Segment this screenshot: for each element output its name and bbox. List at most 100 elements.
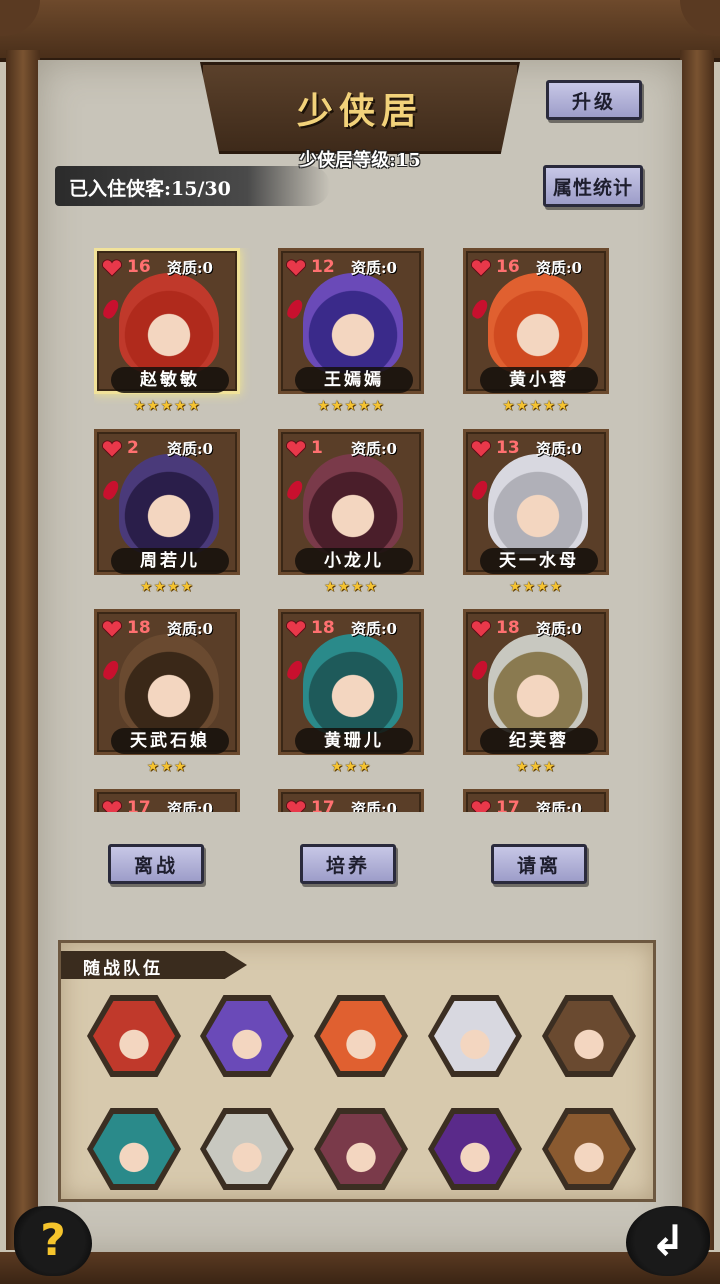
team-member-portrait	[548, 1114, 630, 1184]
hero-card[interactable]: 16 资质:0 赵敏敏	[94, 248, 240, 394]
hero-card[interactable]: 1 资质:0 小龙儿	[278, 429, 424, 575]
roof-tip-left	[0, 0, 40, 36]
team-member-slot[interactable]	[428, 1108, 522, 1190]
team-member-slot[interactable]	[542, 995, 636, 1077]
hero-hp: 12	[311, 257, 335, 277]
hero-aptitude: 资质:0	[351, 620, 397, 638]
team-member-slot[interactable]	[542, 1108, 636, 1190]
team-panel: 随战队伍	[58, 940, 656, 1202]
heart-icon	[102, 440, 122, 458]
hero-card[interactable]: 17 资质:0	[463, 789, 609, 812]
hero-card[interactable]: 2 资质:0 周若儿	[94, 429, 240, 575]
hero-name: 纪芙蓉	[480, 728, 598, 754]
hero-portrait	[303, 273, 403, 373]
hero-card[interactable]: 18 资质:0 纪芙蓉	[463, 609, 609, 755]
team-member-slot[interactable]	[314, 995, 408, 1077]
hero-aptitude: 资质:0	[167, 259, 213, 277]
hero-card[interactable]: 18 资质:0 天武石娘	[94, 609, 240, 755]
roof-tip-right	[680, 0, 720, 36]
hero-stars: ★★★★★	[317, 398, 385, 414]
hero-portrait	[303, 634, 403, 734]
hero-card[interactable]: 17 资质:0	[278, 789, 424, 812]
heart-icon	[286, 620, 306, 638]
heart-icon	[102, 620, 122, 638]
team-member-slot[interactable]	[87, 995, 181, 1077]
hero-name: 天一水母	[480, 548, 598, 574]
attribute-stats-button[interactable]: 属性统计	[543, 165, 643, 207]
team-member-portrait	[434, 1001, 516, 1071]
hero-name: 周若儿	[111, 548, 229, 574]
hero-hp: 16	[127, 257, 151, 277]
hero-portrait	[488, 634, 588, 734]
team-member-portrait	[548, 1001, 630, 1071]
team-member-slot[interactable]	[200, 995, 294, 1077]
hero-name: 赵敏敏	[111, 367, 229, 393]
team-member-slot[interactable]	[428, 995, 522, 1077]
hero-portrait	[488, 454, 588, 554]
hero-hp: 17	[496, 798, 520, 812]
hero-aptitude: 资质:0	[167, 620, 213, 638]
hero-portrait	[119, 273, 219, 373]
hero-stars: ★★★★★	[133, 398, 201, 414]
hero-aptitude: 资质:0	[536, 440, 582, 458]
hero-card[interactable]: 13 资质:0 天一水母	[463, 429, 609, 575]
hero-aptitude: 资质:0	[536, 620, 582, 638]
team-member-slot[interactable]	[314, 1108, 408, 1190]
hero-stars: ★★★★	[139, 579, 195, 595]
hero-portrait	[488, 273, 588, 373]
team-member-portrait	[93, 1114, 175, 1184]
heart-icon	[102, 259, 122, 277]
hero-name: 黄小蓉	[480, 367, 598, 393]
hero-stars: ★★★	[146, 759, 188, 775]
hero-name: 王嫣嫣	[295, 367, 413, 393]
page-title: 少侠居	[296, 90, 423, 132]
hero-portrait	[303, 454, 403, 554]
heart-icon	[471, 800, 491, 812]
right-post	[680, 50, 714, 1250]
hero-stars: ★★★★★	[502, 398, 570, 414]
blood-drop-icon	[469, 658, 491, 682]
blood-drop-icon	[469, 478, 491, 502]
blood-drop-icon	[284, 658, 306, 682]
upgrade-button[interactable]: 升级	[546, 80, 642, 120]
heart-icon	[102, 800, 122, 812]
hero-card[interactable]: 17 资质:0	[94, 789, 240, 812]
blood-drop-icon	[469, 297, 491, 321]
left-post	[6, 50, 40, 1250]
hero-name: 黄珊儿	[295, 728, 413, 754]
blood-drop-icon	[284, 478, 306, 502]
hero-grid[interactable]: 16 资质:0 赵敏敏 ★★★★★ 12 资质:0 王嫣嫣 ★★★★★ 16 资质:0 黄小蓉 ★★★…	[94, 248, 624, 812]
hero-hp: 18	[127, 618, 151, 638]
train-button[interactable]: 培养	[300, 844, 396, 884]
heart-icon	[471, 259, 491, 277]
team-member-portrait	[206, 1001, 288, 1071]
leave-battle-button[interactable]: 离战	[108, 844, 204, 884]
hero-hp: 17	[127, 798, 151, 812]
hero-hp: 2	[127, 438, 139, 458]
hero-stars: ★★★	[330, 759, 372, 775]
hero-hp: 16	[496, 257, 520, 277]
dismiss-button[interactable]: 请离	[491, 844, 587, 884]
return-button[interactable]: ↲	[626, 1206, 710, 1276]
team-member-slot[interactable]	[87, 1108, 181, 1190]
hero-hp: 17	[311, 798, 335, 812]
team-member-portrait	[434, 1114, 516, 1184]
hero-card[interactable]: 12 资质:0 王嫣嫣	[278, 248, 424, 394]
heart-icon	[471, 440, 491, 458]
hero-aptitude: 资质:0	[351, 259, 397, 277]
roof-frame	[0, 0, 720, 62]
heart-icon	[471, 620, 491, 638]
blood-drop-icon	[100, 297, 122, 321]
hero-card[interactable]: 18 资质:0 黄珊儿	[278, 609, 424, 755]
hero-card[interactable]: 16 资质:0 黄小蓉	[463, 248, 609, 394]
team-member-portrait	[320, 1114, 402, 1184]
hero-name: 天武石娘	[111, 728, 229, 754]
team-member-slot[interactable]	[200, 1108, 294, 1190]
bottom-beam	[0, 1252, 720, 1284]
title-plaque: 少侠居	[200, 62, 520, 154]
hero-hp: 18	[496, 618, 520, 638]
team-member-portrait	[93, 1001, 175, 1071]
hero-aptitude: 资质:0	[167, 800, 213, 812]
hero-name: 小龙儿	[295, 548, 413, 574]
hero-aptitude: 资质:0	[536, 800, 582, 812]
